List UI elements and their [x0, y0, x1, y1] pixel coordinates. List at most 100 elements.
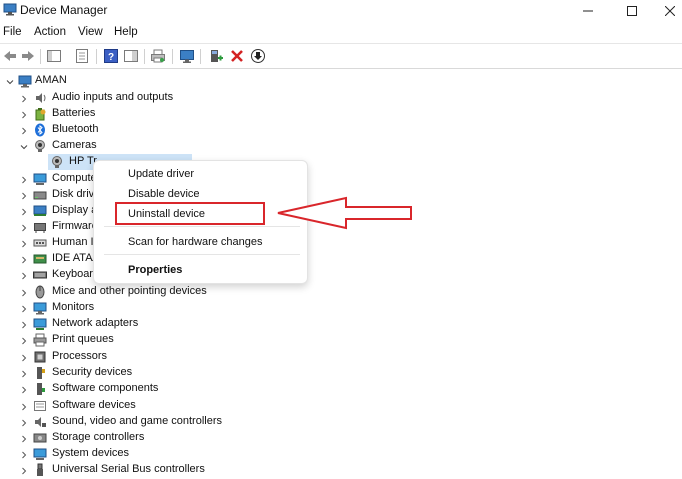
chevron-right-icon[interactable] [20, 402, 28, 411]
printer-icon [33, 333, 47, 347]
menu-separator [104, 226, 300, 227]
minimize-button[interactable] [568, 0, 608, 22]
usb-icon [33, 463, 47, 477]
tree-node-label: Network adapters [52, 317, 139, 329]
uninstall-icon[interactable] [229, 48, 245, 64]
chevron-right-icon[interactable] [20, 434, 28, 443]
chevron-right-icon[interactable] [20, 385, 28, 394]
battery-icon [33, 107, 47, 121]
properties-icon[interactable] [74, 48, 90, 64]
toolbar-separator [200, 49, 201, 64]
tree-node-label: Security devices [52, 366, 133, 378]
firmware-icon [33, 220, 47, 234]
action-pane-icon[interactable] [123, 48, 139, 64]
tree-root-label: AMAN [35, 74, 67, 86]
tree-node-sound-video[interactable]: Sound, video and game controllers [0, 414, 682, 430]
tree-node-system-devices[interactable]: System devices [0, 446, 682, 462]
tree-node-label: Firmware [52, 220, 98, 232]
tree-node-software-devices[interactable]: Software devices [0, 398, 682, 414]
tree-node-processors[interactable]: Processors [0, 349, 682, 365]
update-driver-menu-item[interactable]: Update driver [128, 168, 194, 180]
chevron-right-icon[interactable] [20, 239, 28, 248]
chevron-right-icon[interactable] [20, 336, 28, 345]
chevron-right-icon[interactable] [20, 320, 28, 329]
speaker-icon [33, 91, 47, 105]
chevron-right-icon[interactable] [20, 288, 28, 297]
window-title: Device Manager [20, 3, 108, 17]
svg-text:?: ? [108, 52, 114, 63]
chevron-right-icon[interactable] [20, 94, 28, 103]
computer-icon [18, 74, 32, 88]
add-driver-icon[interactable] [208, 48, 224, 64]
menu-separator [104, 254, 300, 255]
properties-menu-item[interactable]: Properties [128, 264, 182, 276]
chevron-right-icon[interactable] [20, 223, 28, 232]
monitor-icon [33, 301, 47, 315]
print-icon[interactable] [150, 48, 166, 64]
tree-node-label: Mice and other pointing devices [52, 285, 207, 297]
tree-node-label: Disk driv [52, 188, 95, 200]
menu-file[interactable]: File [3, 26, 22, 38]
tree-node-network-adapters[interactable]: Network adapters [0, 316, 682, 332]
tree-node-label: Sound, video and game controllers [52, 415, 222, 427]
tree-node-batteries[interactable]: Batteries [0, 106, 682, 122]
monitor-icon[interactable] [179, 48, 195, 64]
forward-icon[interactable] [20, 48, 36, 64]
chevron-right-icon[interactable] [20, 450, 28, 459]
tree-node-bluetooth[interactable]: Bluetooth [0, 122, 682, 138]
menu-action[interactable]: Action [34, 26, 66, 38]
webcam-icon [50, 155, 64, 169]
toolbar-separator [172, 49, 173, 64]
tree-node-label: Storage controllers [52, 431, 145, 443]
disk-drive-icon [33, 188, 47, 202]
tree-node-storage-controllers[interactable]: Storage controllers [0, 430, 682, 446]
chevron-right-icon[interactable] [20, 353, 28, 362]
keyboard-icon [33, 268, 47, 282]
tree-node-label: Audio inputs and outputs [52, 91, 174, 103]
tree-node-audio[interactable]: Audio inputs and outputs [0, 90, 682, 106]
tree-node-mice[interactable]: Mice and other pointing devices [0, 284, 682, 300]
scan-hardware-menu-item[interactable]: Scan for hardware changes [128, 236, 263, 248]
chevron-right-icon[interactable] [20, 418, 28, 427]
tree-node-label: Cameras [52, 139, 97, 151]
help-icon[interactable]: ? [103, 48, 119, 64]
display-adapter-icon [33, 204, 47, 218]
maximize-button[interactable] [612, 0, 652, 22]
show-hide-console-tree-icon[interactable] [46, 48, 62, 64]
chevron-down-icon[interactable] [6, 77, 14, 85]
tree-node-print-queues[interactable]: Print queues [0, 332, 682, 348]
chevron-down-icon[interactable] [20, 142, 28, 150]
tree-node-cameras[interactable]: Cameras [0, 138, 682, 154]
tree-node-software-components[interactable]: Software components [0, 381, 682, 397]
hid-icon [33, 236, 47, 250]
tree-node-security-devices[interactable]: Security devices [0, 365, 682, 381]
tree-node-monitors[interactable]: Monitors [0, 300, 682, 316]
camera-icon [33, 139, 47, 153]
menu-view[interactable]: View [78, 26, 103, 38]
chevron-right-icon[interactable] [20, 271, 28, 280]
close-button[interactable] [650, 0, 682, 22]
tree-node-label: Bluetooth [52, 123, 99, 135]
disable-device-menu-item[interactable]: Disable device [128, 188, 200, 200]
mouse-icon [33, 285, 47, 299]
menu-help[interactable]: Help [114, 26, 138, 38]
chevron-right-icon[interactable] [20, 369, 28, 378]
sound-controller-icon [33, 415, 47, 429]
tree-node-label: Software devices [52, 399, 136, 411]
update-driver-icon[interactable] [250, 48, 266, 64]
menu-bar: File Action View Help [0, 24, 682, 42]
chevron-right-icon[interactable] [20, 466, 28, 475]
tree-node-label: System devices [52, 447, 130, 459]
chevron-right-icon[interactable] [20, 255, 28, 264]
chevron-right-icon[interactable] [20, 191, 28, 200]
tree-root[interactable]: AMAN [0, 73, 682, 89]
chevron-right-icon[interactable] [20, 207, 28, 216]
chevron-right-icon[interactable] [20, 110, 28, 119]
chevron-right-icon[interactable] [20, 304, 28, 313]
chevron-right-icon[interactable] [20, 126, 28, 135]
back-icon[interactable] [2, 48, 18, 64]
chevron-right-icon[interactable] [20, 175, 28, 184]
tree-node-usb-controllers[interactable]: Universal Serial Bus controllers [0, 462, 682, 478]
tree-node-label: Compute [52, 172, 97, 184]
network-adapter-icon [33, 317, 47, 331]
